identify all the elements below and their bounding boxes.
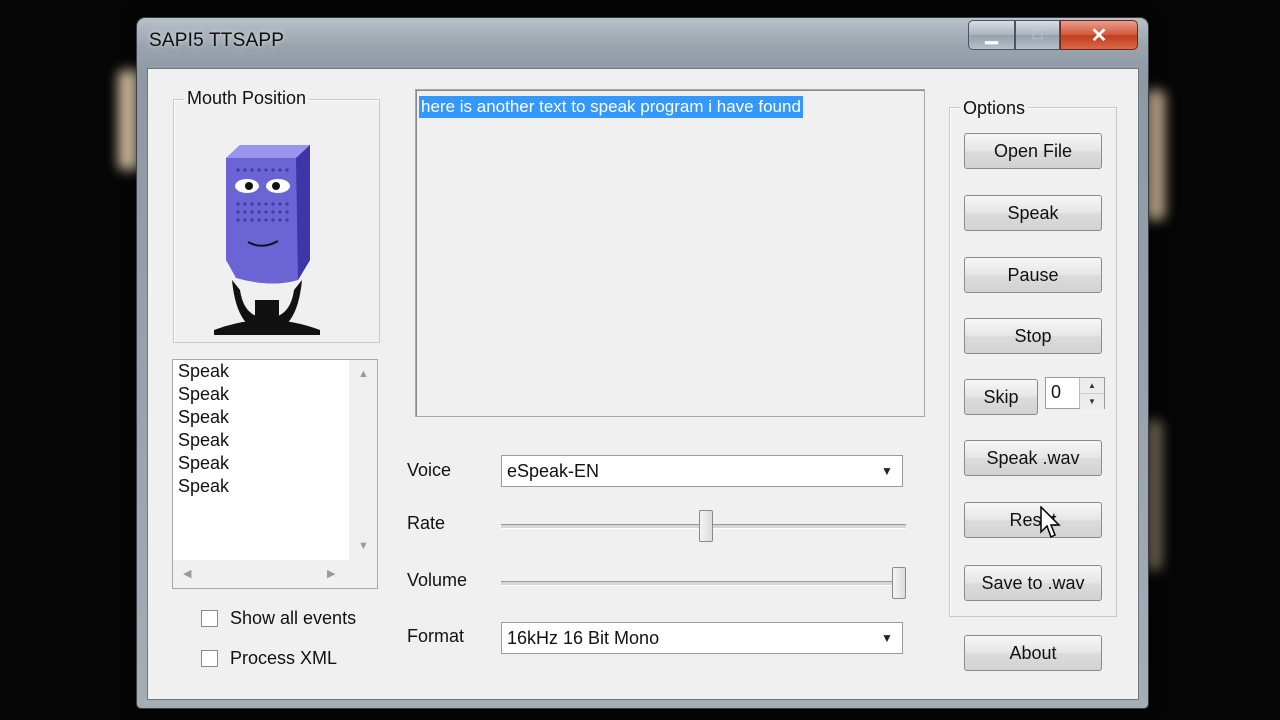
about-button[interactable]: About [964,635,1102,671]
list-item[interactable]: Speak [173,406,377,429]
caption-buttons: ▁ □ ✕ [968,20,1138,50]
event-listbox[interactable]: Speak Speak Speak Speak Speak Speak ▲ ▼ … [172,359,378,589]
stop-button[interactable]: Stop [964,318,1102,354]
selected-text: here is another text to speak program i … [419,96,803,118]
format-value: 16kHz 16 Bit Mono [507,628,660,648]
reset-button[interactable]: Reset [964,502,1102,538]
rate-label: Rate [407,513,446,533]
options-group [949,107,1117,617]
spinner-buttons[interactable]: ▲ ▼ [1079,378,1104,409]
maximize-icon[interactable]: □ [1015,20,1060,50]
list-item[interactable]: Speak [173,360,377,383]
scroll-right-icon[interactable]: ▶ [327,567,335,580]
skip-count-value: 0 [1051,382,1062,402]
speak-button[interactable]: Speak [964,195,1102,231]
format-label: Format [407,626,465,646]
scroll-up-icon[interactable]: ▲ [358,368,369,380]
volume-slider-thumb[interactable] [892,567,906,599]
save-to-wav-button[interactable]: Save to .wav [964,565,1102,601]
pause-button[interactable]: Pause [964,257,1102,293]
close-icon[interactable]: ✕ [1060,20,1138,50]
microphone-face-icon [214,145,320,335]
list-item[interactable]: Speak [173,383,377,406]
horizontal-scrollbar[interactable]: ◀ ▶ [173,560,349,588]
chevron-down-icon[interactable]: ▼ [872,456,902,486]
client-area: Mouth Position Speak Speak Speak Speak S… [147,68,1139,700]
show-all-events-checkbox[interactable] [201,610,218,627]
spin-up-icon[interactable]: ▲ [1080,378,1104,394]
volume-slider-track[interactable] [501,581,906,586]
chevron-down-icon[interactable]: ▼ [872,623,902,653]
rate-slider-thumb[interactable] [699,510,713,542]
format-select[interactable]: 16kHz 16 Bit Mono ▼ [501,622,903,654]
process-xml-label: Process XML [230,648,338,668]
options-label: Options [960,98,1029,119]
skip-count-spinner[interactable]: 0 ▲ ▼ [1045,377,1105,409]
app-window: SAPI5 TTSAPP ▁ □ ✕ Mouth Position Speak … [137,18,1148,708]
show-all-events-label: Show all events [230,608,357,628]
process-xml-checkbox[interactable] [201,650,218,667]
scroll-down-icon[interactable]: ▼ [358,540,369,552]
volume-label: Volume [407,570,468,590]
skip-button[interactable]: Skip [964,379,1038,415]
speak-wav-button[interactable]: Speak .wav [964,440,1102,476]
mouth-position-group: Mouth Position [173,88,380,343]
list-item[interactable]: Speak [173,452,377,475]
voice-select[interactable]: eSpeak-EN ▼ [501,455,903,487]
mouse-cursor-icon [1040,506,1061,539]
list-item[interactable]: Speak [173,475,377,498]
scrollbar-corner [349,560,377,588]
open-file-button[interactable]: Open File [964,133,1102,169]
minimize-icon[interactable]: ▁ [968,20,1015,50]
scroll-left-icon[interactable]: ◀ [183,567,191,580]
vertical-scrollbar[interactable]: ▲ ▼ [349,360,377,560]
voice-value: eSpeak-EN [507,461,600,481]
window-title: SAPI5 TTSAPP [149,30,285,51]
speech-text-area[interactable]: here is another text to speak program i … [415,89,925,417]
voice-label: Voice [407,460,452,480]
mouth-position-label: Mouth Position [184,88,310,109]
list-item[interactable]: Speak [173,429,377,452]
spin-down-icon[interactable]: ▼ [1080,394,1104,409]
